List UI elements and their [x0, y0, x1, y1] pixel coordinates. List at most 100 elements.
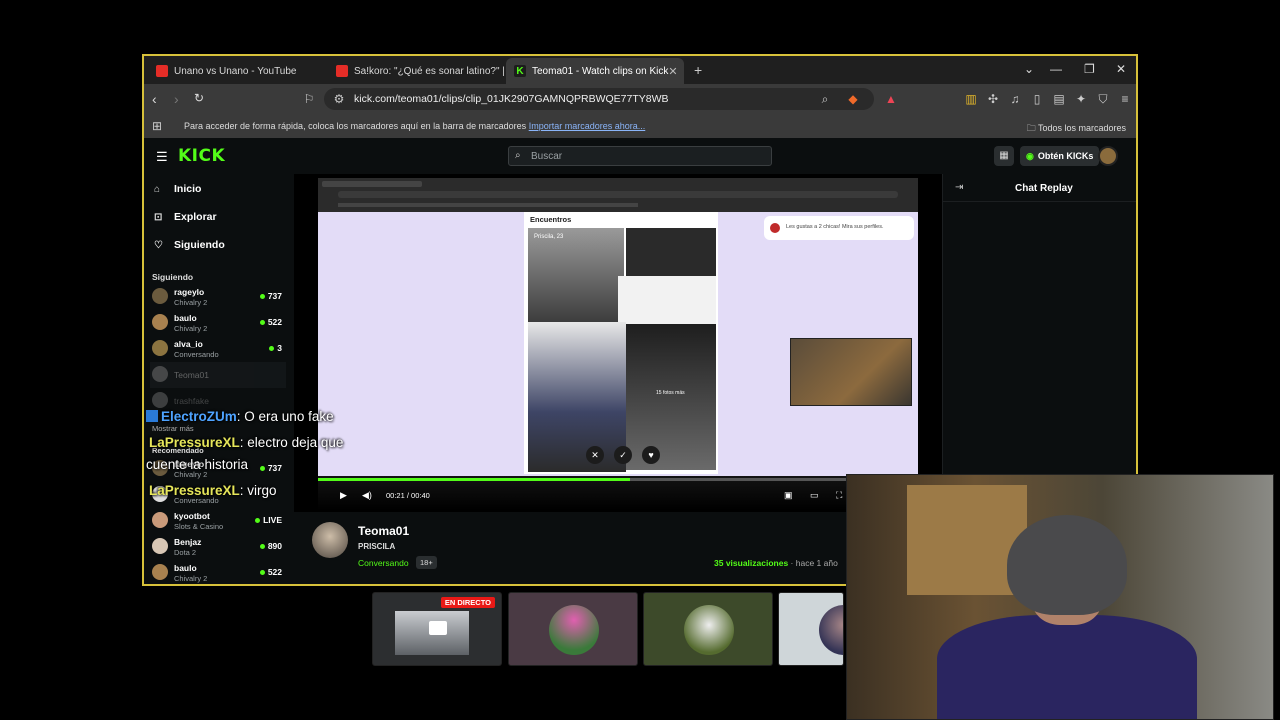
superlike-icon: ✓ [614, 446, 632, 464]
all-bookmarks[interactable]: 🗀 Todos los marcadores [1027, 121, 1126, 137]
channel-category: Chivalry 2 [174, 574, 208, 583]
tab-title: Sa!koro: "¿Qué es sonar latino?" | Em [354, 65, 504, 77]
stream-thumbnail[interactable] [643, 592, 773, 666]
stream-thumbnail[interactable]: EN DIRECTO [372, 592, 502, 666]
channel-category: Chivalry 2 [174, 298, 208, 307]
wallet-icon[interactable]: ▤ [1052, 92, 1066, 106]
captured-address-bar [338, 191, 898, 198]
following-item[interactable]: alva_io Conversando 3 [150, 336, 286, 362]
search-input[interactable]: ⌕ Buscar [508, 146, 772, 166]
stream-thumbnail[interactable] [508, 592, 638, 666]
following-item[interactable]: rageylo Chivalry 2 737 [150, 284, 286, 310]
live-dot [259, 294, 265, 300]
streamer-name[interactable]: Teoma01 [358, 524, 409, 538]
bookmark-icon[interactable]: ⚐ [302, 92, 316, 106]
close-tab-icon[interactable]: ✕ [668, 65, 677, 78]
compass-icon: ⊡ [154, 211, 163, 223]
layout-icon[interactable]: ▦ [994, 146, 1014, 166]
avatar [152, 340, 168, 356]
recommended-item[interactable]: baulo Chivalry 2 522 [150, 560, 286, 584]
viewer-count-value: LIVE [263, 515, 282, 525]
zoom-icon[interactable]: ⌕ [818, 92, 832, 106]
sidebar-item-siguiendo[interactable]: ♡ Siguiendo [154, 239, 225, 251]
profile-name: Priscila, 23 [534, 234, 564, 240]
chat-text: : electro deja que [239, 435, 344, 450]
vpn-icon[interactable]: ⛉ [1096, 92, 1110, 106]
tab-youtube-1[interactable]: Unano vs Unano - YouTube [148, 58, 326, 84]
reload-icon[interactable]: ↻ [194, 91, 204, 105]
kicks-coin-icon: ◉ [1026, 150, 1034, 161]
viewer-count: 3 [269, 343, 282, 353]
viewer-count: 522 [259, 567, 282, 577]
profile-photo [626, 228, 716, 276]
sidebar-icon[interactable]: ▯ [1030, 92, 1044, 106]
clip-category[interactable]: Conversando [358, 558, 409, 568]
recommended-item[interactable]: kyootbot Slots & Casino LIVE [150, 508, 286, 534]
bookmarks-message-text: Para acceder de forma rápida, coloca los… [184, 121, 527, 131]
stream-chat-overlay: ElectroZUm: O era uno fake LaPressureXL:… [146, 404, 386, 504]
chat-message-continuation: cuente la historia [146, 452, 248, 477]
stream-thumbnail[interactable] [778, 592, 844, 666]
close-window-button[interactable]: ✕ [1116, 62, 1126, 76]
music-icon[interactable]: ♫ [1008, 92, 1022, 106]
apps-grid-icon[interactable]: ⊞ [150, 119, 164, 133]
maximize-button[interactable]: ❐ [1084, 62, 1095, 76]
streamer-avatar[interactable] [312, 522, 348, 558]
user-avatar[interactable] [1098, 146, 1118, 166]
url-input[interactable]: ⚙ kick.com/teoma01/clips/clip_01JK2907GA… [324, 88, 874, 110]
get-kicks-button[interactable]: ◉ Obtén KICKs [1020, 146, 1100, 166]
live-dot [259, 570, 265, 576]
chat-replay-title: Chat Replay [1015, 183, 1073, 194]
pip-icon[interactable]: ▣ [784, 490, 793, 501]
following-item[interactable]: baulo Chivalry 2 522 [150, 310, 286, 336]
chat-message: LaPressureXL: virgo [149, 478, 277, 503]
clip-video-player[interactable]: Encuentros Priscila, 23 15 fotos más ✕ ✓… [294, 174, 942, 512]
thumbnail-avatar [684, 605, 734, 655]
progress-bar[interactable] [318, 478, 918, 481]
collapse-chat-icon[interactable]: ⇥ [955, 182, 963, 193]
extensions-puzzle-icon[interactable]: ✣ [986, 92, 1000, 106]
youtube-icon [336, 65, 348, 77]
menu-icon[interactable]: ≡ [1118, 92, 1132, 106]
nav-label: Siguiendo [174, 239, 225, 251]
tab-youtube-2[interactable]: Sa!koro: "¿Qué es sonar latino?" | Em [328, 58, 504, 84]
thumbnail-avatar [819, 605, 843, 655]
player-controls: ▶ ◀) 00:21 / 00:40 ▣ ▭ ⛶ [318, 476, 918, 510]
fullscreen-icon[interactable]: ⛶ [836, 490, 842, 501]
extension-icon[interactable]: ▥ [964, 92, 978, 106]
viewer-count: 522 [259, 317, 282, 327]
new-tab-button[interactable]: + [694, 62, 702, 78]
chat-username: LaPressureXL [149, 483, 240, 498]
tab-kick-active[interactable]: K Teoma01 - Watch clips on Kick ✕ [506, 58, 684, 84]
stream-scene: Unano vs Unano - YouTube Sa!koro: "¿Qué … [0, 0, 1280, 720]
theater-icon[interactable]: ▭ [810, 490, 819, 501]
kick-icon: K [514, 65, 526, 77]
site-info-icon[interactable]: ⚙ [332, 92, 346, 106]
live-dot [269, 346, 275, 352]
minimize-button[interactable]: — [1050, 62, 1062, 76]
sidebar-item-explorar[interactable]: ⊡ Explorar [154, 211, 217, 223]
brave-shield-icon[interactable]: ◆ [846, 92, 860, 106]
brave-rewards-icon[interactable]: ▲ [884, 92, 898, 106]
leo-ai-icon[interactable]: ✦ [1074, 92, 1088, 106]
live-dot [259, 320, 265, 326]
forward-icon[interactable]: › [174, 91, 179, 107]
following-item-offline[interactable]: Teoma01 [150, 362, 286, 388]
back-icon[interactable]: ‹ [152, 91, 157, 107]
import-bookmarks-link[interactable]: Importar marcadores ahora... [529, 121, 646, 131]
kick-logo[interactable]: KICK [178, 146, 225, 166]
avatar [152, 366, 168, 382]
sidebar-item-inicio[interactable]: ⌂ Inicio [154, 183, 201, 195]
live-dot [259, 544, 265, 550]
notification-text: Les gustas a 2 chicas! Mira sus perfiles… [786, 224, 884, 230]
recommended-item[interactable]: Benjaz Dota 2 890 [150, 534, 286, 560]
viewer-count-value: 3 [277, 343, 282, 353]
tab-search-icon[interactable]: ⌄ [1024, 62, 1034, 76]
hamburger-menu-icon[interactable]: ☰ [156, 149, 168, 165]
folder-icon: 🗀 [1026, 123, 1036, 133]
live-dot [255, 518, 261, 524]
like-icon: ♥ [642, 446, 660, 464]
nav-label: Inicio [174, 183, 202, 195]
search-placeholder: Buscar [531, 150, 563, 162]
channel-name: Benjaz [174, 537, 202, 547]
